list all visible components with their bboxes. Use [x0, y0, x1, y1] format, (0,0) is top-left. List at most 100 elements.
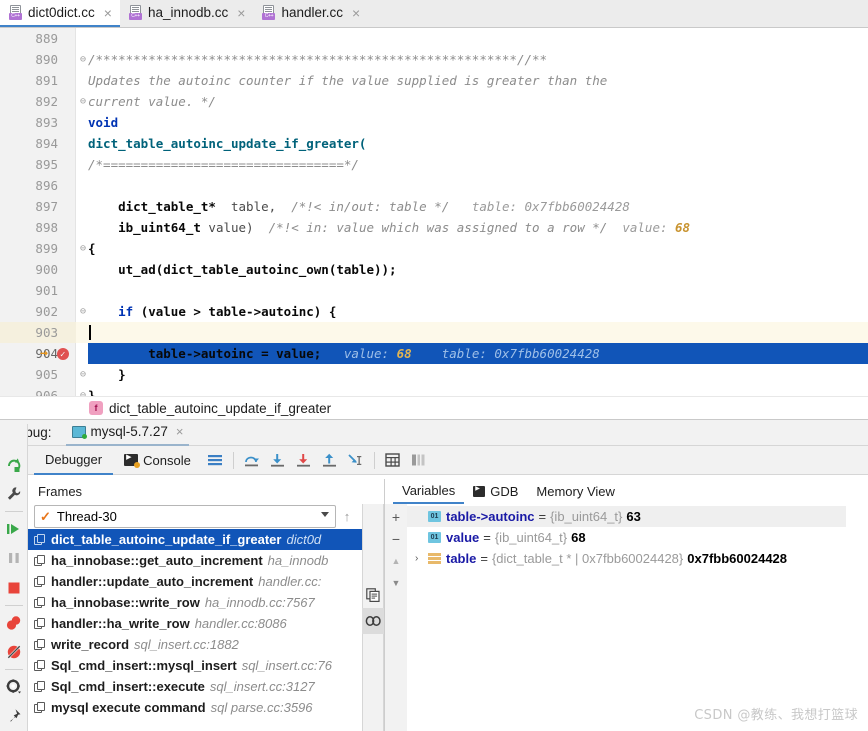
stop-icon[interactable] [0, 573, 28, 603]
variables-list[interactable]: 01 table->autoinc = {ib_uint64_t} 63 01 value =… [407, 504, 846, 731]
layout-settings-icon[interactable] [202, 447, 228, 473]
remove-watch-icon[interactable]: − [385, 528, 407, 550]
rerun-icon[interactable] [0, 450, 28, 480]
tab-memory-view[interactable]: Memory View [527, 479, 624, 504]
force-step-into-icon[interactable] [291, 447, 317, 473]
run-configuration-icon [71, 425, 87, 439]
close-icon[interactable]: × [104, 6, 112, 20]
code-line[interactable]: 903 [0, 322, 868, 343]
code-line[interactable]: 905 ⊖ } [0, 364, 868, 385]
run-to-cursor-icon[interactable] [343, 447, 369, 473]
frame-row[interactable]: ha_innobase::write_row ha_innodb.cc:7567 [28, 592, 365, 613]
frame-row[interactable]: handler::ha_write_row handler.cc:8086 [28, 613, 365, 634]
step-over-icon[interactable] [239, 447, 265, 473]
stack-frame-icon [34, 638, 46, 651]
variable-row[interactable]: › table = {dict_table_t * | 0x7fbb60024428}… [407, 548, 846, 569]
evaluate-expression-icon[interactable] [380, 447, 406, 473]
resume-program-icon[interactable] [0, 514, 28, 544]
code-text: /*================================*/ [88, 157, 359, 172]
code-fold-icon[interactable]: ⊖ [78, 364, 88, 385]
code-fold-icon[interactable]: ⊖ [78, 91, 88, 112]
frames-list[interactable]: dict_table_autoinc_update_if_greater dic… [28, 529, 365, 731]
frame-up-button[interactable]: ↑ [336, 505, 358, 528]
view-breakpoints-icon[interactable] [0, 608, 28, 638]
code-fold-icon[interactable]: ⊖ [78, 301, 88, 322]
stack-frame-icon [34, 596, 46, 609]
pin-icon[interactable] [0, 701, 28, 731]
code-line[interactable]: 893 void [0, 112, 868, 133]
frame-function-name: Sql_cmd_insert::mysql_insert [51, 658, 237, 673]
frame-location: handler.cc: [258, 574, 322, 589]
code-editor[interactable]: 889 890 ⊖/********************************… [0, 28, 868, 396]
editor-tab-ha-innodb[interactable]: C++ ha_innodb.cc × [120, 0, 254, 27]
debug-session-tab[interactable]: mysql-5.7.27 × [65, 420, 190, 446]
breadcrumb[interactable]: f dict_table_autoinc_update_if_greater [0, 396, 868, 420]
frame-row[interactable]: handler::update_auto_increment handler.c… [28, 571, 365, 592]
step-out-icon[interactable] [317, 447, 343, 473]
code-line[interactable]: 904→ table->autoinc = value; value: 68 t… [0, 343, 868, 366]
thread-row: ✓ Thread-30 ↑ ↓ [28, 504, 384, 529]
frame-row[interactable]: Sql_cmd_insert::mysql_insert sql_insert.… [28, 655, 365, 676]
code-line[interactable]: 906 ⊖} [0, 385, 868, 396]
pause-program-icon[interactable] [0, 544, 28, 574]
inline-watches-icon[interactable] [362, 608, 384, 634]
frame-row[interactable]: write_record sql_insert.cc:1882 [28, 634, 365, 655]
code-line[interactable]: 894 dict_table_autoinc_update_if_greater( [0, 133, 868, 154]
stack-frame-icon [34, 575, 46, 588]
editor-tab-label: handler.cc [281, 5, 344, 20]
tab-variables[interactable]: Variables [393, 479, 465, 504]
mute-breakpoints-icon[interactable] [0, 637, 28, 667]
chevron-down-icon[interactable] [321, 512, 329, 517]
frame-function-name: ha_innobase::get_auto_increment [51, 553, 263, 568]
code-line[interactable]: 899 ⊖{ [0, 238, 868, 259]
code-line[interactable]: 900 ut_ad(dict_table_autoinc_own(table))… [0, 259, 868, 280]
step-into-icon[interactable] [265, 447, 291, 473]
expand-chevron-icon[interactable]: › [415, 553, 428, 564]
copy-value-icon[interactable] [362, 582, 384, 608]
editor-tab-dict0dict[interactable]: C++ dict0dict.cc × [0, 0, 120, 27]
tab-console[interactable]: Console [113, 446, 202, 475]
debug-body: Frames ✓ Thread-30 ↑ ↓ dict_table_autoin… [28, 479, 868, 731]
editor-tab-handler[interactable]: C++ handler.cc × [253, 0, 368, 27]
code-line[interactable]: 901 [0, 280, 868, 301]
close-icon[interactable]: × [176, 424, 184, 439]
move-down-icon[interactable]: ▼ [385, 572, 407, 594]
tab-debugger[interactable]: Debugger [34, 446, 114, 475]
code-fold-icon[interactable]: ⊖ [78, 49, 88, 70]
show-variables-icon[interactable] [406, 447, 432, 473]
code-line[interactable]: 898 ib_uint64_t value) /*!< in: value wh… [0, 217, 868, 238]
code-line[interactable]: 897 dict_table_t* table, /*!< in/out: ta… [0, 196, 868, 217]
edit-configuration-icon[interactable] [0, 480, 28, 510]
stack-frame-icon [34, 554, 46, 567]
tab-gdb[interactable]: GDB [464, 479, 527, 504]
code-line[interactable]: 889 [0, 28, 868, 49]
editor-tab-label: ha_innodb.cc [147, 5, 229, 20]
debug-session-label: mysql-5.7.27 [90, 424, 168, 439]
code-text: } [88, 388, 96, 396]
variable-type: {dict_table_t * | 0x7fbb60024428} [491, 551, 684, 566]
close-icon[interactable]: × [237, 6, 245, 20]
variable-row[interactable]: 01 table->autoinc = {ib_uint64_t} 63 [407, 506, 846, 527]
code-text: /***************************************… [88, 52, 548, 67]
frame-row[interactable]: Sql_cmd_insert::execute sql_insert.cc:31… [28, 676, 365, 697]
code-line[interactable]: 895 /*================================*/ [0, 154, 868, 175]
frame-row[interactable]: dict_table_autoinc_update_if_greater dic… [28, 529, 365, 550]
frame-row[interactable]: ha_innobase::get_auto_increment ha_innod… [28, 550, 365, 571]
frame-row[interactable]: mysql execute command sql parse.cc:3596 [28, 697, 365, 718]
code-line[interactable]: 890 ⊖/***********************************… [0, 49, 868, 70]
cpp-file-icon: C++ [262, 5, 276, 20]
code-fold-icon[interactable]: ⊖ [78, 385, 88, 396]
code-line[interactable]: 891 Updates the autoinc counter if the va… [0, 70, 868, 91]
close-icon[interactable]: × [352, 6, 360, 20]
breadcrumb-label: dict_table_autoinc_update_if_greater [109, 400, 332, 416]
code-line[interactable]: 892 ⊖ current value. */ [0, 91, 868, 112]
settings-icon[interactable] [0, 672, 28, 702]
code-line[interactable]: 896 [0, 175, 868, 196]
add-watch-icon[interactable]: + [385, 506, 407, 528]
thread-selector[interactable]: ✓ Thread-30 [34, 505, 336, 528]
move-up-icon[interactable]: ▲ [385, 550, 407, 572]
code-fold-icon[interactable]: ⊖ [78, 238, 88, 259]
variable-row[interactable]: 01 value = {ib_uint64_t} 68 [407, 527, 846, 548]
breakpoint-icon[interactable] [57, 345, 69, 366]
code-line[interactable]: 902 ⊖ if (value > table->autoinc) { [0, 301, 868, 322]
